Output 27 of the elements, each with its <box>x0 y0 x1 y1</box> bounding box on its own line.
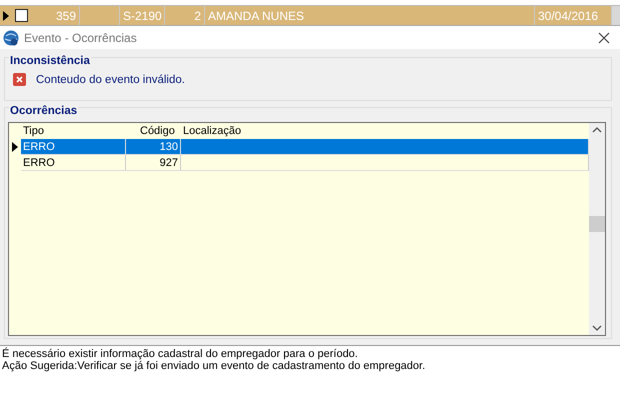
detail-line: Ação Sugerida:Verificar se já foi enviado um evento de cadastramento do empregador. <box>2 360 426 372</box>
window-title: Evento - Ocorrências <box>24 30 138 44</box>
grid-row[interactable]: ERRO 130 <box>9 139 589 155</box>
error-icon <box>13 73 26 86</box>
group-title: Ocorrências <box>9 105 78 117</box>
row-pointer-icon <box>12 142 18 152</box>
detail-line: É necessário existir informação cadastral do empregador para o período. <box>2 348 359 360</box>
details-text-area[interactable]: É necessário existir informação cadastral do empregador para o período. Ação Sugerida:Verificar se já foi enviado um evento de cadastramento do empregador. <box>0 345 620 405</box>
table-cell: ERRO <box>21 155 126 171</box>
row-pointer-icon <box>3 10 9 20</box>
checkbox[interactable] <box>14 9 28 22</box>
error-message: Conteudo do evento inválido. <box>36 74 185 86</box>
table-cell: 927 <box>126 155 181 171</box>
scroll-up-icon[interactable] <box>592 127 602 133</box>
table-cell: ERRO <box>21 139 126 155</box>
scroll-thumb[interactable] <box>589 216 605 232</box>
group-title: Inconsistência <box>9 55 91 67</box>
column-header[interactable]: Localização <box>181 125 589 137</box>
scroll-down-icon[interactable] <box>592 325 602 331</box>
column-header[interactable]: Tipo <box>21 125 126 137</box>
scrollbar[interactable] <box>612 6 620 25</box>
scrollbar[interactable] <box>589 123 605 335</box>
table-cell: 130 <box>126 139 181 155</box>
globe-icon <box>3 30 19 46</box>
close-icon[interactable] <box>598 32 610 44</box>
column-header[interactable]: Código <box>126 125 181 137</box>
grid-row[interactable]: ERRO 927 <box>9 155 589 171</box>
